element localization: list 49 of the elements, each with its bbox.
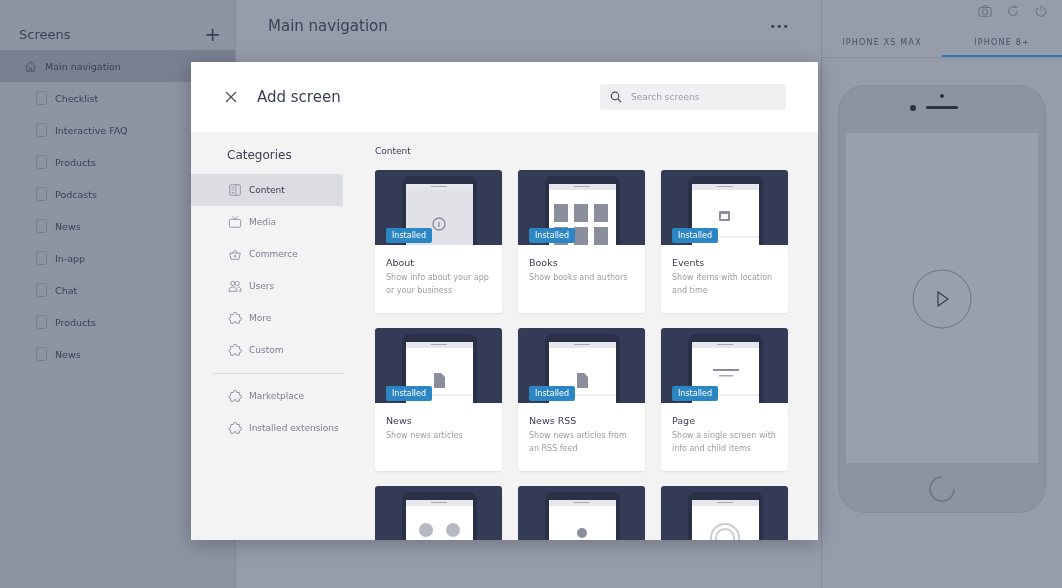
card-description: Show news articles (385, 430, 464, 442)
installed-badge: Installed (529, 386, 576, 401)
card-description: Show books and authors (528, 272, 629, 284)
screen-template-card[interactable]: Installed Events Show items with location and time (661, 170, 788, 313)
card-title: News (385, 414, 413, 428)
card-description: Show info about your app or your business (385, 272, 490, 297)
users-icon (228, 279, 242, 293)
sidebar-title: Screens (19, 26, 71, 42)
card-description: Show items with location and time (671, 272, 774, 297)
screen-list-item[interactable]: Checklist (0, 82, 235, 114)
section-heading: Content (375, 146, 412, 158)
home-icon (24, 59, 37, 73)
screen-template-card[interactable]: Installed Page Show a single screen with info and child items (661, 328, 788, 471)
card-title: Page (671, 414, 696, 428)
screen-template-card[interactable]: Installed Books Show books and authors (518, 170, 645, 313)
installed-badge: Installed (672, 386, 719, 401)
screen-list-item[interactable]: Interactive FAQ (0, 114, 235, 146)
screen-template-card[interactable]: Installed About Show info about your app or your business (375, 170, 502, 313)
installed-badge: Installed (386, 228, 433, 243)
category-item[interactable]: Content (191, 174, 343, 206)
category-item[interactable]: Marketplace (191, 380, 343, 412)
card-title: About (385, 256, 416, 270)
card-description: Show news articles from an RSS feed (528, 430, 628, 455)
screen-template-card[interactable]: Installed News Show news articles (375, 328, 502, 471)
categories-heading: Categories (226, 148, 293, 164)
card-title: Books (528, 256, 559, 270)
close-button[interactable] (225, 91, 237, 103)
more-button[interactable]: ••• (767, 19, 791, 33)
card-title: Events (671, 256, 706, 270)
search-field[interactable]: Search screens (600, 84, 786, 110)
puzzle-icon (228, 343, 242, 357)
media-icon (228, 215, 242, 229)
puzzle-icon (228, 421, 242, 435)
card-description: Show a single screen with info and child items (671, 430, 777, 455)
installed-badge: Installed (672, 228, 719, 243)
dialog-title: Add screen (257, 88, 342, 106)
device-tab[interactable]: IPHONE 8+ (942, 32, 1062, 57)
card-title: News RSS (528, 414, 578, 428)
add-screen-button[interactable]: + (198, 22, 227, 46)
installed-badge: Installed (386, 386, 433, 401)
puzzle-icon (228, 311, 242, 325)
page-title: Main navigation (268, 17, 388, 35)
device-tab[interactable]: IPHONE XS MAX (822, 32, 942, 57)
screen-template-card[interactable]: Installed News RSS Show news articles from an RSS feed (518, 328, 645, 471)
commerce-icon (228, 247, 242, 261)
puzzle-icon (228, 389, 242, 403)
installed-badge: Installed (529, 228, 576, 243)
content-icon (228, 183, 242, 197)
category-item[interactable]: Installed extensions (191, 412, 343, 444)
